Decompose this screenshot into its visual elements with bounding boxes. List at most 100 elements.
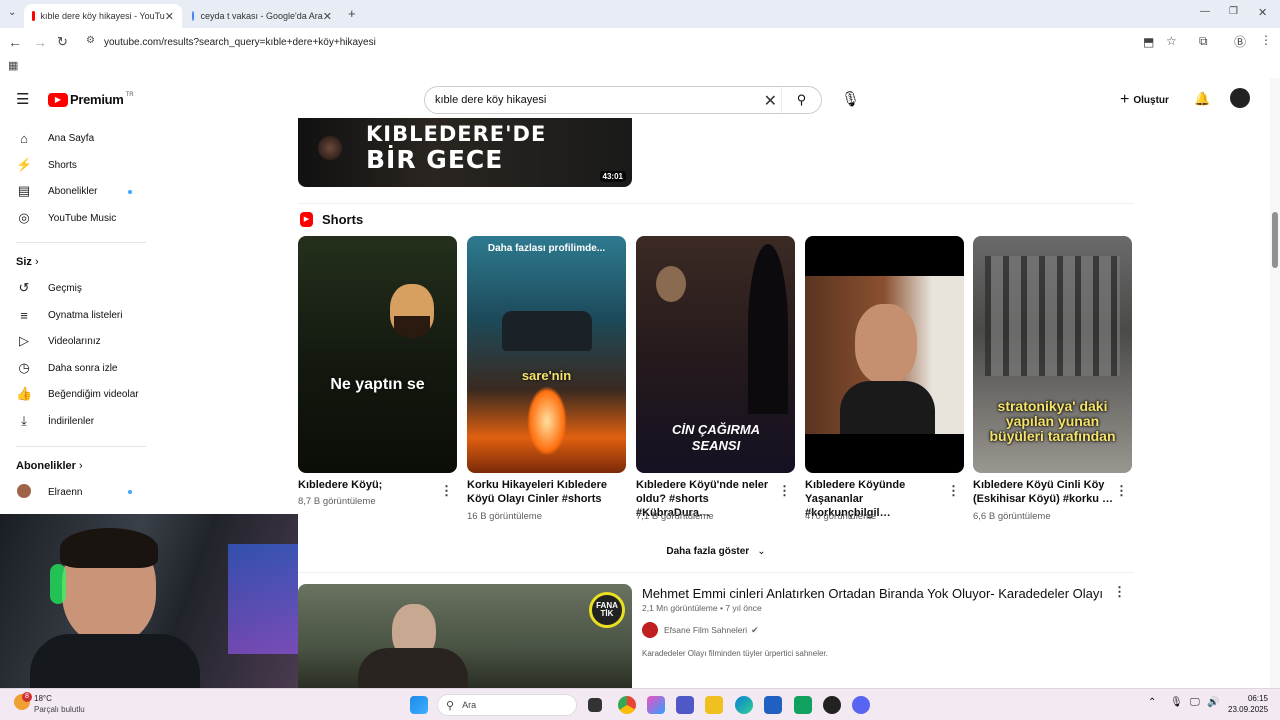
close-icon[interactable]: ✕: [165, 10, 174, 23]
date: 23.09.2025: [1228, 705, 1269, 714]
profile-icon[interactable]: Ⓑ: [1234, 33, 1246, 50]
sidebar-item-label: Oynatma listeleri: [48, 309, 123, 321]
discord-icon[interactable]: [852, 696, 870, 714]
chrome-icon[interactable]: [618, 696, 636, 714]
sidebar-item-downloads[interactable]: ⤓ İndirilenler: [16, 411, 94, 431]
sidebar-item-shorts[interactable]: ⚡ Shorts: [16, 155, 77, 175]
url-field[interactable]: ⚙ youtube.com/results?search_query=kıble…: [84, 33, 1134, 51]
create-button[interactable]: + Oluştur: [1120, 91, 1169, 109]
youtube-favicon-icon: [32, 11, 35, 21]
scrollbar[interactable]: [1270, 78, 1280, 688]
sidebar-item-youtube-music[interactable]: ◎ YouTube Music: [16, 208, 116, 228]
microphone-icon[interactable]: 🎙: [1170, 697, 1183, 708]
minimize-icon[interactable]: —: [1200, 6, 1210, 17]
site-info-icon[interactable]: ⚙: [86, 35, 95, 46]
sidebar-item-history[interactable]: ↺ Geçmiş: [16, 278, 82, 298]
youtube-logo[interactable]: ▶ Premium TR: [48, 92, 134, 107]
short-thumbnail[interactable]: stratonikya' daki yapılan yunan büyüleri…: [973, 236, 1132, 473]
task-view-icon[interactable]: [588, 698, 602, 712]
tab-search-icon[interactable]: ⌄: [8, 7, 16, 18]
search-input[interactable]: kıble dere köy hikayesi ✕ ⚲: [424, 86, 822, 114]
sidebar-item-home[interactable]: ⌂ Ana Sayfa: [16, 128, 94, 148]
sidebar-item-liked-videos[interactable]: 👍 Beğendiğim videolar: [16, 384, 139, 404]
notifications-bell-icon[interactable]: 🔔: [1194, 91, 1210, 107]
avatar[interactable]: [1230, 88, 1250, 108]
thumbnail-figure: [358, 648, 468, 688]
short-title[interactable]: Kıbledere Köyü;: [298, 478, 438, 492]
search-icon: ⚲: [796, 92, 807, 107]
network-icon[interactable]: 🖵: [1190, 697, 1200, 708]
short-title[interactable]: Kıbledere Köyü Cinli Köy (Eskihisar Köyü…: [973, 478, 1113, 506]
thumbnail-overlay-text: CİN ÇAĞIRMA SEANSI: [671, 422, 761, 453]
taskbar-search[interactable]: ⚲ Ara: [437, 694, 577, 716]
clear-search-icon[interactable]: ✕: [764, 91, 777, 111]
install-icon[interactable]: ⬒: [1143, 35, 1154, 49]
teams-icon[interactable]: [676, 696, 694, 714]
bookmark-star-icon[interactable]: ☆: [1166, 34, 1177, 48]
url-text: youtube.com/results?search_query=kıble+d…: [104, 36, 376, 48]
store-icon[interactable]: [764, 696, 782, 714]
show-more-button[interactable]: Daha fazla göster ⌄: [298, 540, 1134, 562]
channel-row[interactable]: Efsane Film Sahneleri ✔: [642, 622, 759, 638]
more-options-icon[interactable]: ⋮: [778, 483, 791, 499]
thumbnail-overlay-text: Ne yaptın se: [330, 376, 425, 393]
you-section-heading[interactable]: Siz ›: [16, 256, 39, 268]
divider: [298, 572, 1134, 573]
clock-icon: ◷: [18, 360, 30, 375]
app-icon[interactable]: [823, 696, 841, 714]
edge-icon[interactable]: [735, 696, 753, 714]
file-explorer-icon[interactable]: [705, 696, 723, 714]
short-title[interactable]: Korku Hikayeleri Kıbledere Köyü Olayı Ci…: [467, 478, 607, 506]
subscriptions-section-heading[interactable]: Abonelikler ›: [16, 460, 83, 472]
short-thumbnail[interactable]: Ne yaptın se: [298, 236, 457, 473]
restore-icon[interactable]: ❐: [1229, 6, 1238, 17]
sidebar-item-watch-later[interactable]: ◷ Daha sonra izle: [16, 358, 117, 378]
more-options-icon[interactable]: ⋮: [1115, 483, 1128, 499]
sidebar-item-channel[interactable]: Elraenn: [16, 482, 82, 502]
search-button[interactable]: ⚲: [781, 87, 821, 113]
hamburger-menu-icon[interactable]: ☰: [16, 90, 29, 108]
show-more-label: Daha fazla göster: [666, 545, 750, 557]
shorts-shelf-heading: ▶ Shorts: [300, 212, 363, 227]
video-description: Karadedeler Olayı filminden tüyler ürper…: [642, 649, 828, 658]
sidebar-item-playlists[interactable]: ≡ Oynatma listeleri: [16, 305, 122, 325]
close-icon[interactable]: ✕: [323, 10, 332, 23]
back-icon[interactable]: ←: [8, 34, 22, 50]
short-thumbnail[interactable]: [805, 236, 964, 473]
microphone-icon[interactable]: 🎙: [841, 90, 860, 108]
thumbnail-figure: [318, 136, 342, 160]
webcam-hair: [60, 528, 158, 568]
video-title[interactable]: Mehmet Emmi cinleri Anlatırken Ortadan B…: [642, 586, 1112, 601]
app-icon[interactable]: [794, 696, 812, 714]
more-options-icon[interactable]: ⋮: [947, 483, 960, 499]
scrollbar-thumb[interactable]: [1272, 212, 1278, 268]
short-thumbnail[interactable]: CİN ÇAĞIRMA SEANSI: [636, 236, 795, 473]
menu-dots-icon[interactable]: ⋮: [1260, 33, 1272, 47]
chevron-down-icon: ⌄: [757, 545, 766, 557]
forward-icon[interactable]: →: [33, 34, 47, 50]
video-thumbnail[interactable]: FANATİK: [298, 584, 632, 688]
copilot-icon[interactable]: [647, 696, 665, 714]
sidebar-item-your-videos[interactable]: ▷ Videolarınız: [16, 331, 101, 351]
apps-grid-icon[interactable]: ▦: [8, 59, 18, 72]
tab-google[interactable]: ceyda t vakası - Google'da Ara ✕: [184, 4, 340, 28]
volume-icon[interactable]: 🔊: [1207, 697, 1219, 708]
video-thumbnail-top[interactable]: KIBLEDERE'DE BİR GECE 43:01: [298, 118, 632, 187]
window-close-icon[interactable]: ✕: [1258, 6, 1267, 19]
more-options-icon[interactable]: ⋮: [1113, 584, 1126, 600]
more-options-icon[interactable]: ⋮: [440, 483, 453, 499]
new-tab-icon[interactable]: +: [348, 6, 356, 21]
sidebar-item-label: Daha sonra izle: [48, 362, 118, 374]
extensions-icon[interactable]: ⧉: [1199, 34, 1208, 49]
sidebar-item-subscriptions[interactable]: ▤ Abonelikler: [16, 181, 98, 201]
reload-icon[interactable]: ↻: [57, 34, 68, 50]
clock[interactable]: 06:15 23.09.2025: [1228, 694, 1268, 714]
chevron-up-icon[interactable]: ⌃: [1148, 697, 1156, 708]
windows-start-icon[interactable]: [410, 696, 428, 714]
short-thumbnail[interactable]: Daha fazlası profilimde... sare'nin: [467, 236, 626, 473]
sidebar-item-label: İndirilenler: [48, 415, 95, 427]
tab-youtube[interactable]: kıble dere köy hikayesi - YouTu ✕: [24, 4, 182, 28]
headset-light: [50, 564, 66, 604]
youtube-header: ☰ ▶ Premium TR kıble dere köy hikayesi ✕…: [0, 78, 1270, 120]
divider: [298, 203, 1134, 204]
